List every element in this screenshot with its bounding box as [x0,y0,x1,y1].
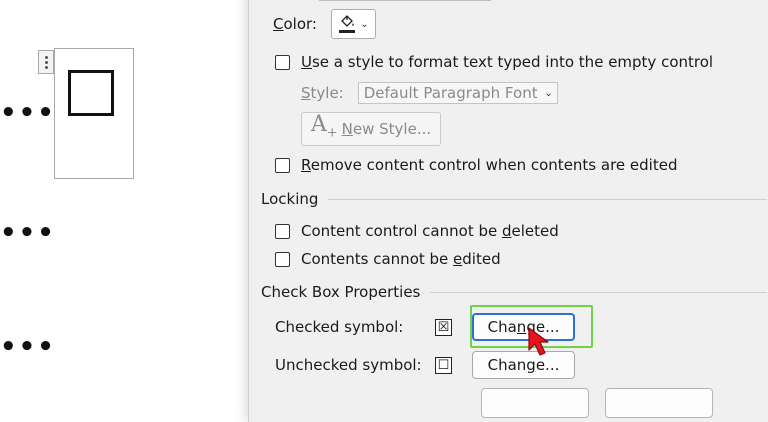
title-field[interactable] [319,0,491,1]
cancel-button[interactable] [605,388,713,418]
checkbox-properties-header: Check Box Properties [261,283,767,301]
cannot-delete-checkbox[interactable] [275,223,290,239]
document-dots-2: ••• [0,218,56,248]
mouse-pointer-icon [528,327,549,356]
divider [328,198,767,200]
color-picker-button[interactable]: ⌄ [330,9,376,39]
locking-title: Locking [261,190,319,208]
color-swatch [339,30,356,33]
cannot-edit-label: Contents cannot be edited [301,250,501,268]
change-unchecked-button[interactable]: Change... [472,351,575,379]
unchecked-symbol-label: Unchecked symbol: [275,356,422,374]
style-select-value: Default Paragraph Font [363,84,538,102]
drag-handle-icon[interactable] [38,50,54,74]
content-control-properties-dialog: Color: ⌄ Use a style to format text type… [248,0,768,422]
checked-symbol-glyph: ☒ [437,319,450,335]
new-style-icon: A+ [310,111,338,141]
remove-cc-row[interactable]: Remove content control when contents are… [275,156,677,174]
cannot-delete-label: Content control cannot be deleted [301,222,559,240]
checked-symbol-preview: ☒ [435,318,452,336]
use-style-label: Use a style to format text typed into th… [301,53,714,71]
cannot-edit-row[interactable]: Contents cannot be edited [275,250,501,268]
new-style-button[interactable]: A+ New Style... [301,112,441,146]
paint-bucket-icon [341,15,355,27]
change-unchecked-label: Change... [487,356,560,374]
divider [430,291,767,293]
chevron-down-icon: ⌄ [544,87,553,99]
locking-section-header: Locking [261,190,767,208]
use-style-checkbox[interactable] [275,54,290,70]
ok-button[interactable] [481,388,589,418]
document-checkbox[interactable] [68,70,114,116]
color-row: Color: ⌄ [273,9,376,39]
document-dots-1: ••• [0,98,56,128]
chevron-down-icon: ⌄ [360,18,369,30]
remove-cc-checkbox[interactable] [275,157,290,173]
style-row: Style: Default Paragraph Font ⌄ [301,82,558,104]
document-dots-3: ••• [0,332,56,362]
style-select[interactable]: Default Paragraph Font ⌄ [357,82,558,104]
unchecked-symbol-glyph: ☐ [437,357,450,373]
unchecked-symbol-preview: ☐ [435,356,452,374]
color-label: Color: [273,15,317,33]
cannot-edit-checkbox[interactable] [275,251,290,267]
cannot-delete-row[interactable]: Content control cannot be deleted [275,222,559,240]
style-label: Style: [301,84,344,102]
use-style-row[interactable]: Use a style to format text typed into th… [275,53,713,71]
remove-cc-label: Remove content control when contents are… [301,156,678,174]
checked-symbol-label: Checked symbol: [275,318,404,336]
new-style-label: New Style... [341,120,432,138]
checkbox-properties-title: Check Box Properties [261,283,421,301]
